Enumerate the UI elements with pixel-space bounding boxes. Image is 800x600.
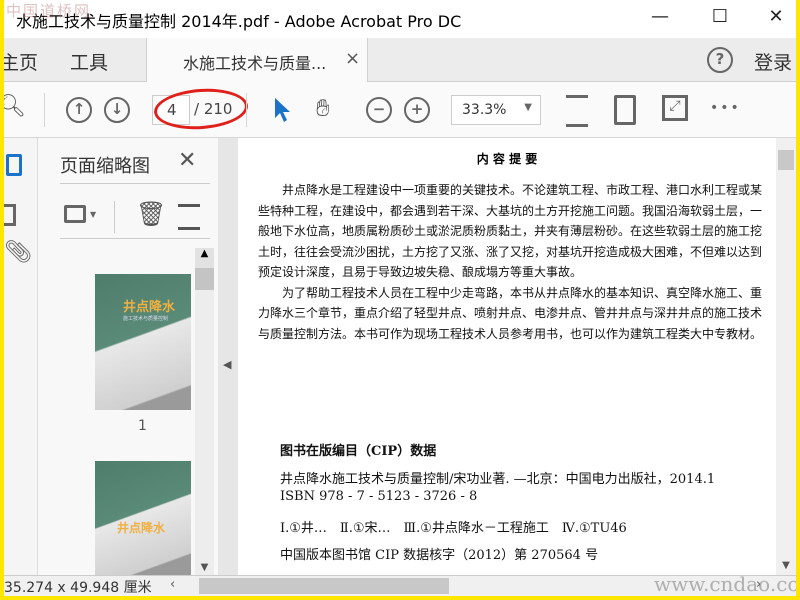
scroll-up-icon[interactable]: ▲ [195,248,214,268]
doc-paragraph: 井点降水是工程建设中一项重要的关键技术。不论建筑工程、市政工程、港口水利工程或某… [258,183,763,279]
cip-heading: 图书在版编目（CIP）数据 [280,444,437,459]
minimize-button[interactable]: — [640,6,680,27]
thumbnail-page-1[interactable]: 井点降水 施工技术与质量控制 [95,274,191,410]
zoom-select[interactable]: 33.3% ▼ [451,95,541,125]
tab-tools[interactable]: 工具 [70,48,108,75]
scroll-left-icon[interactable]: ‹ [170,577,175,592]
collapse-arrow-icon: ◀ [223,358,232,371]
watermark-top: 中国道桥网 [6,2,92,20]
scroll-thumb[interactable] [778,150,794,170]
zoom-value: 33.3% [462,102,507,118]
more-tools-icon[interactable]: ••• [710,100,741,116]
full-screen-icon[interactable]: ⤢ [662,95,688,121]
red-annotation-ellipse [152,85,250,133]
zoom-in-icon[interactable]: + [404,97,430,123]
prev-page-icon[interactable]: ↑ [66,97,92,123]
tab-home[interactable]: 主页 [4,48,38,75]
watermark-bottom: www.cndao.com [654,572,796,596]
tab-document-label: 水施工技术与质量... [183,54,327,73]
cip-line: ISBN 978 - 7 - 5123 - 3726 - 8 [280,489,478,504]
hand-tool-icon[interactable]: ✋︎ [316,94,330,122]
title-bar: 水施工技术与质量控制 2014年.pdf - Adobe Acrobat Pro… [4,0,796,38]
toolbar: 🔍︎ ↑ ↓ 4 / 210 ✋︎ − + 33.3% ▼ ⤢ ••• [4,82,796,138]
scroll-thumb[interactable] [195,268,214,290]
document-view: 内 容 提 要 井点降水是工程建设中一项重要的关键技术。不论建筑工程、市政工程、… [238,138,776,575]
fit-page-icon[interactable] [614,95,636,125]
panel-collapse-handle[interactable]: ◀ [218,138,238,575]
close-button[interactable]: ✕ [756,6,796,27]
doc-heading: 内 容 提 要 [476,152,538,166]
acrobat-window: 水施工技术与质量控制 2014年.pdf - Adobe Acrobat Pro… [4,0,796,596]
tab-close-icon[interactable]: × [345,48,360,69]
cip-line: Ⅰ.①井… Ⅱ.①宋… Ⅲ.①井点降水－工程施工 Ⅳ.①TU46 [280,521,627,536]
delete-page-icon[interactable]: 🗑︎ [136,200,166,228]
panel-close-icon[interactable]: ✕ [178,148,196,173]
thumb-cover-title: 井点降水 [123,300,176,315]
horizontal-scroll-thumb[interactable] [199,578,449,594]
attachment-icon[interactable]: 📎︎ [4,240,32,265]
fit-width-icon[interactable] [566,95,588,127]
bookmark-icon[interactable] [4,204,16,226]
panel-scrollbar[interactable]: ▲ ▼ [195,248,214,575]
chevron-down-icon: ▼ [524,102,532,113]
thumbnail-page-label: 1 [138,418,147,434]
page-size: 35.274 x 49.948 厘米 [4,580,152,596]
next-page-icon[interactable]: ↓ [104,97,130,123]
zoom-out-icon[interactable]: − [366,97,392,123]
left-icon-rail: 📎︎ [4,138,38,575]
thumbnail-page-2[interactable]: 井点降水 [95,461,191,575]
help-icon[interactable]: ? [707,47,733,73]
thumbnails-panel: 页面缩略图 ✕ ▼ 🗑︎ ▲ ▼ 井点降水 施工技术与质量控制 1 井点降水 [38,138,218,575]
thumb-cover-subtitle: 施工技术与质量控制 [123,316,169,322]
doc-paragraph: 为了帮助工程技术人员在工程中少走弯路，本书从井点降水的基本知识、真空降水施工、重… [258,285,763,341]
thumbnail-options-icon[interactable] [64,205,86,223]
login-button[interactable]: 登录 [754,48,792,75]
select-cursor-icon[interactable] [272,96,292,124]
thumb-cover-title: 井点降水 [117,521,166,535]
chevron-down-icon[interactable]: ▼ [90,210,96,219]
tab-document[interactable]: 水施工技术与质量... × [146,38,368,82]
cip-line: 中国版本图书馆 CIP 数据核字（2012）第 270564 号 [280,548,599,563]
search-icon[interactable]: 🔍︎ [4,94,26,119]
tab-bar: 主页 工具 水施工技术与质量... × ? 登录 [4,38,796,82]
document-scrollbar[interactable]: ▼ [776,138,796,575]
cip-line: 井点降水施工技术与质量控制/宋功业著. —北京：中国电力出版社，2014.1 [280,472,716,487]
panel-title: 页面缩略图 [60,156,150,177]
page-thumbnails-icon[interactable] [6,154,22,176]
status-bar: 35.274 x 49.948 厘米 ‹ › www.cndao.com [4,572,796,596]
insert-page-icon[interactable] [178,204,200,230]
scroll-down-icon[interactable]: ▼ [776,560,796,571]
maximize-button[interactable]: ☐ [700,6,740,27]
